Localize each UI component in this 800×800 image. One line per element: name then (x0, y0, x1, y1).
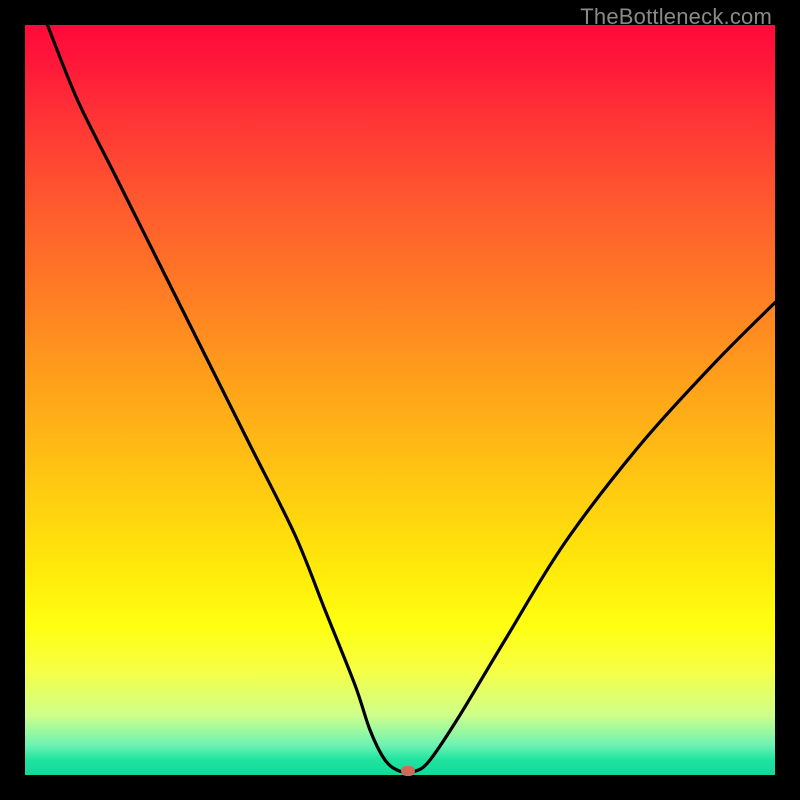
optimal-point-marker (401, 766, 415, 776)
plot-area (25, 25, 775, 775)
bottleneck-curve (25, 25, 775, 775)
chart-frame: TheBottleneck.com (0, 0, 800, 800)
